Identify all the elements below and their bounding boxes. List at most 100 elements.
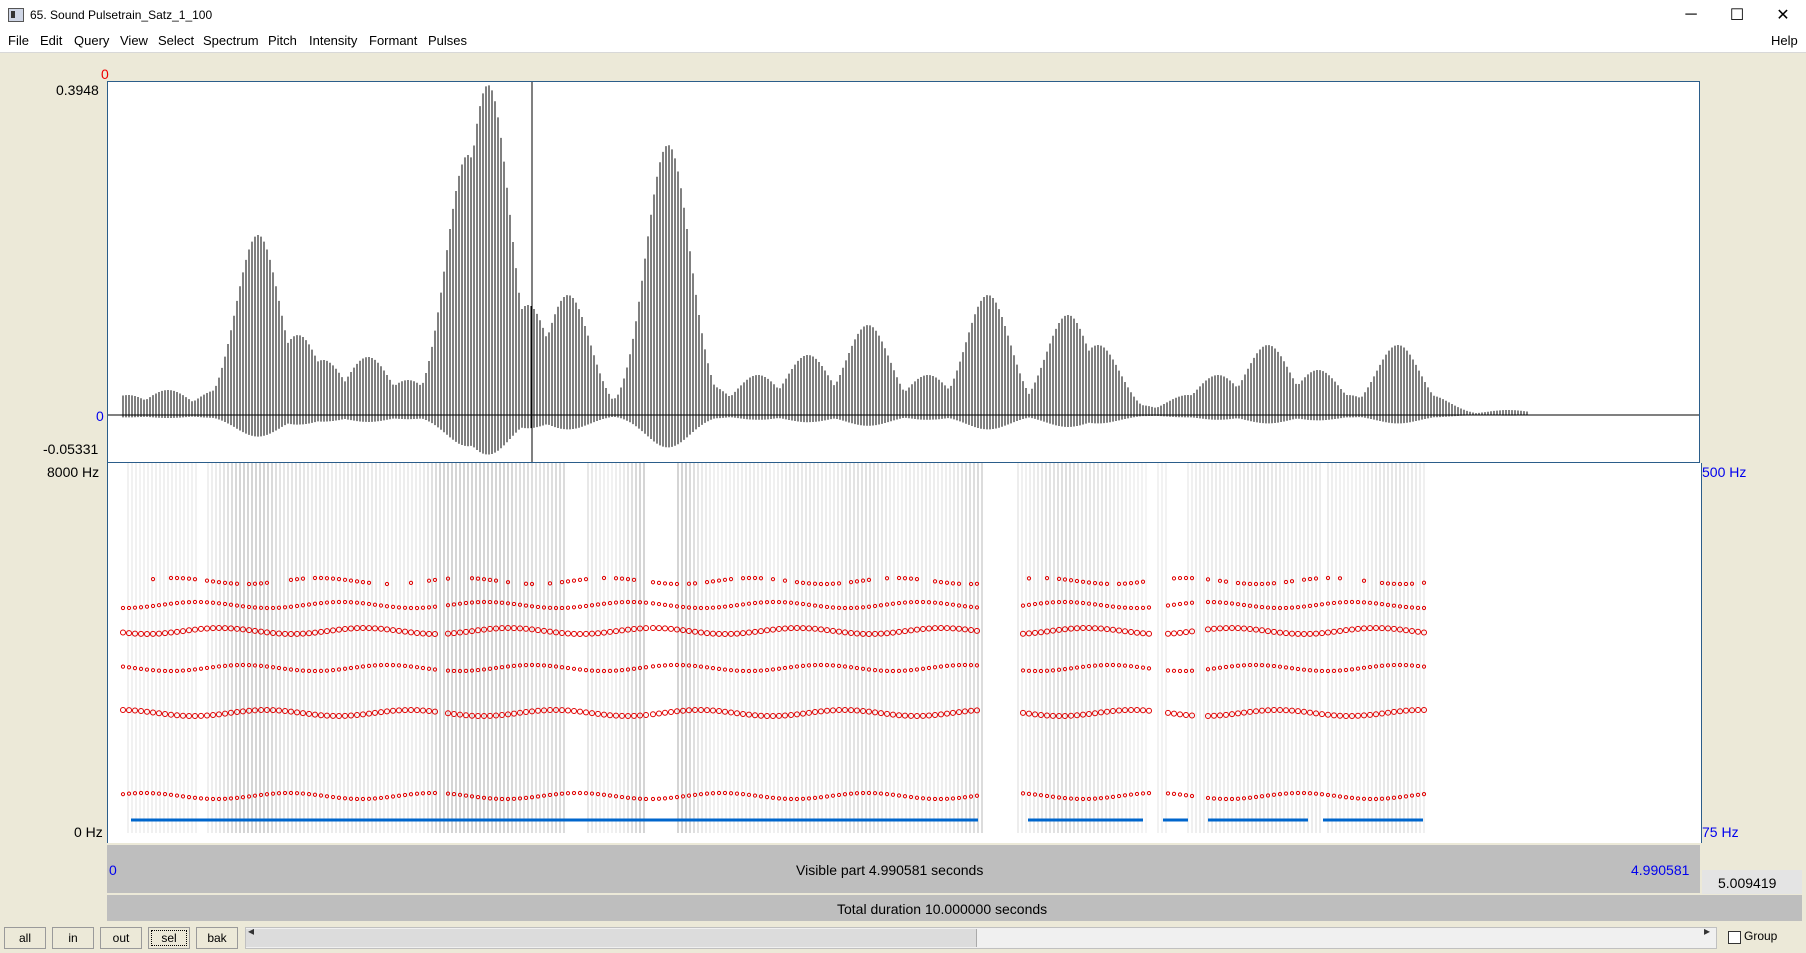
formant-point bbox=[1039, 712, 1044, 717]
formant-point bbox=[367, 626, 372, 631]
close-button[interactable]: ✕ bbox=[1760, 0, 1806, 30]
formant-point bbox=[572, 631, 577, 636]
formant-point bbox=[879, 669, 882, 672]
formant-point bbox=[975, 628, 980, 633]
formant-point bbox=[488, 667, 491, 670]
formant-point bbox=[343, 578, 346, 581]
formant-point bbox=[1033, 712, 1038, 717]
formant-point bbox=[681, 605, 684, 608]
formant-point bbox=[969, 582, 972, 585]
formant-point bbox=[632, 578, 635, 581]
menu-edit[interactable]: Edit bbox=[40, 33, 62, 48]
menu-select[interactable]: Select bbox=[158, 33, 194, 48]
formant-point bbox=[1212, 600, 1215, 603]
formant-point bbox=[199, 667, 202, 670]
formant-point bbox=[1284, 666, 1287, 669]
formant-point bbox=[975, 664, 978, 667]
formant-point bbox=[277, 708, 282, 713]
formant-point bbox=[723, 668, 726, 671]
time-scrollbar[interactable] bbox=[245, 927, 1717, 949]
formant-point bbox=[723, 578, 726, 581]
menu-file[interactable]: File bbox=[8, 33, 29, 48]
formant-point bbox=[524, 663, 527, 666]
formant-point bbox=[133, 708, 138, 713]
formant-point bbox=[223, 626, 228, 631]
formant-point bbox=[741, 603, 744, 606]
zoom-back-button[interactable]: bak bbox=[196, 927, 238, 949]
formant-point bbox=[632, 797, 635, 800]
group-checkbox[interactable] bbox=[1728, 931, 1741, 944]
formant-point bbox=[409, 708, 414, 713]
formant-point bbox=[277, 631, 282, 636]
formant-point bbox=[578, 791, 581, 794]
formant-point bbox=[1356, 667, 1359, 670]
formant-point bbox=[409, 793, 412, 796]
formant-point bbox=[915, 796, 918, 799]
formant-point bbox=[319, 576, 322, 579]
spectrogram-panel[interactable] bbox=[107, 463, 1702, 843]
menu-pulses[interactable]: Pulses bbox=[428, 33, 467, 48]
formant-point bbox=[771, 600, 774, 603]
formant-point bbox=[211, 797, 214, 800]
menu-help[interactable]: Help bbox=[1771, 33, 1798, 48]
remaining-label: 5.009419 bbox=[1718, 875, 1776, 891]
formant-point bbox=[265, 606, 268, 609]
formant-point bbox=[909, 795, 912, 798]
scroll-left-icon[interactable]: ◂ bbox=[248, 924, 254, 938]
formant-point bbox=[903, 669, 906, 672]
menu-view[interactable]: View bbox=[120, 33, 148, 48]
formant-point bbox=[1123, 664, 1126, 667]
formant-point bbox=[385, 796, 388, 799]
formant-point bbox=[536, 664, 539, 667]
formant-point bbox=[1111, 627, 1116, 632]
formant-point bbox=[705, 606, 708, 609]
formant-point bbox=[403, 708, 408, 713]
formant-point bbox=[1296, 791, 1299, 794]
formant-point bbox=[397, 708, 402, 713]
menu-formant[interactable]: Formant bbox=[369, 33, 417, 48]
formant-point bbox=[687, 582, 690, 585]
formant-point bbox=[1087, 797, 1090, 800]
formant-point bbox=[427, 667, 430, 670]
scrollbar-thumb[interactable] bbox=[246, 929, 977, 947]
formant-point bbox=[415, 708, 420, 713]
formant-point bbox=[753, 629, 758, 634]
formant-point bbox=[753, 713, 758, 718]
formant-point bbox=[903, 713, 908, 718]
minimize-button[interactable]: ─ bbox=[1668, 0, 1714, 30]
zoom-out-button[interactable]: out bbox=[100, 927, 142, 949]
formant-point bbox=[355, 713, 360, 718]
formant-point bbox=[163, 793, 166, 796]
scroll-right-icon[interactable]: ▸ bbox=[1704, 924, 1710, 938]
formant-point bbox=[259, 664, 262, 667]
waveform-panel[interactable] bbox=[107, 81, 1700, 463]
formant-point bbox=[1045, 669, 1048, 672]
formant-point bbox=[927, 713, 932, 718]
zoom-in-button[interactable]: in bbox=[52, 927, 94, 949]
formant-point bbox=[675, 709, 680, 714]
formant-point bbox=[813, 796, 816, 799]
formant-point bbox=[433, 709, 438, 714]
menu-intensity[interactable]: Intensity bbox=[309, 33, 357, 48]
zoom-selection-button[interactable]: sel bbox=[148, 927, 190, 949]
menu-query[interactable]: Query bbox=[74, 33, 109, 48]
formant-point bbox=[578, 578, 581, 581]
formant-point bbox=[1117, 664, 1120, 667]
formant-point bbox=[223, 797, 226, 800]
maximize-button[interactable]: ☐ bbox=[1714, 0, 1760, 30]
formant-point bbox=[1404, 664, 1407, 667]
menu-pitch[interactable]: Pitch bbox=[268, 33, 297, 48]
formant-point bbox=[969, 605, 972, 608]
formant-point bbox=[1236, 664, 1239, 667]
formant-point bbox=[361, 665, 364, 668]
formant-point bbox=[223, 664, 226, 667]
formant-point bbox=[1332, 601, 1335, 604]
formant-point bbox=[843, 630, 848, 635]
formant-point bbox=[1069, 579, 1072, 582]
formant-point bbox=[241, 627, 246, 632]
formant-point bbox=[1051, 795, 1054, 798]
menu-spectrum[interactable]: Spectrum bbox=[203, 33, 259, 48]
formant-point bbox=[807, 603, 810, 606]
zoom-all-button[interactable]: all bbox=[4, 927, 46, 949]
formant-point bbox=[771, 713, 776, 718]
